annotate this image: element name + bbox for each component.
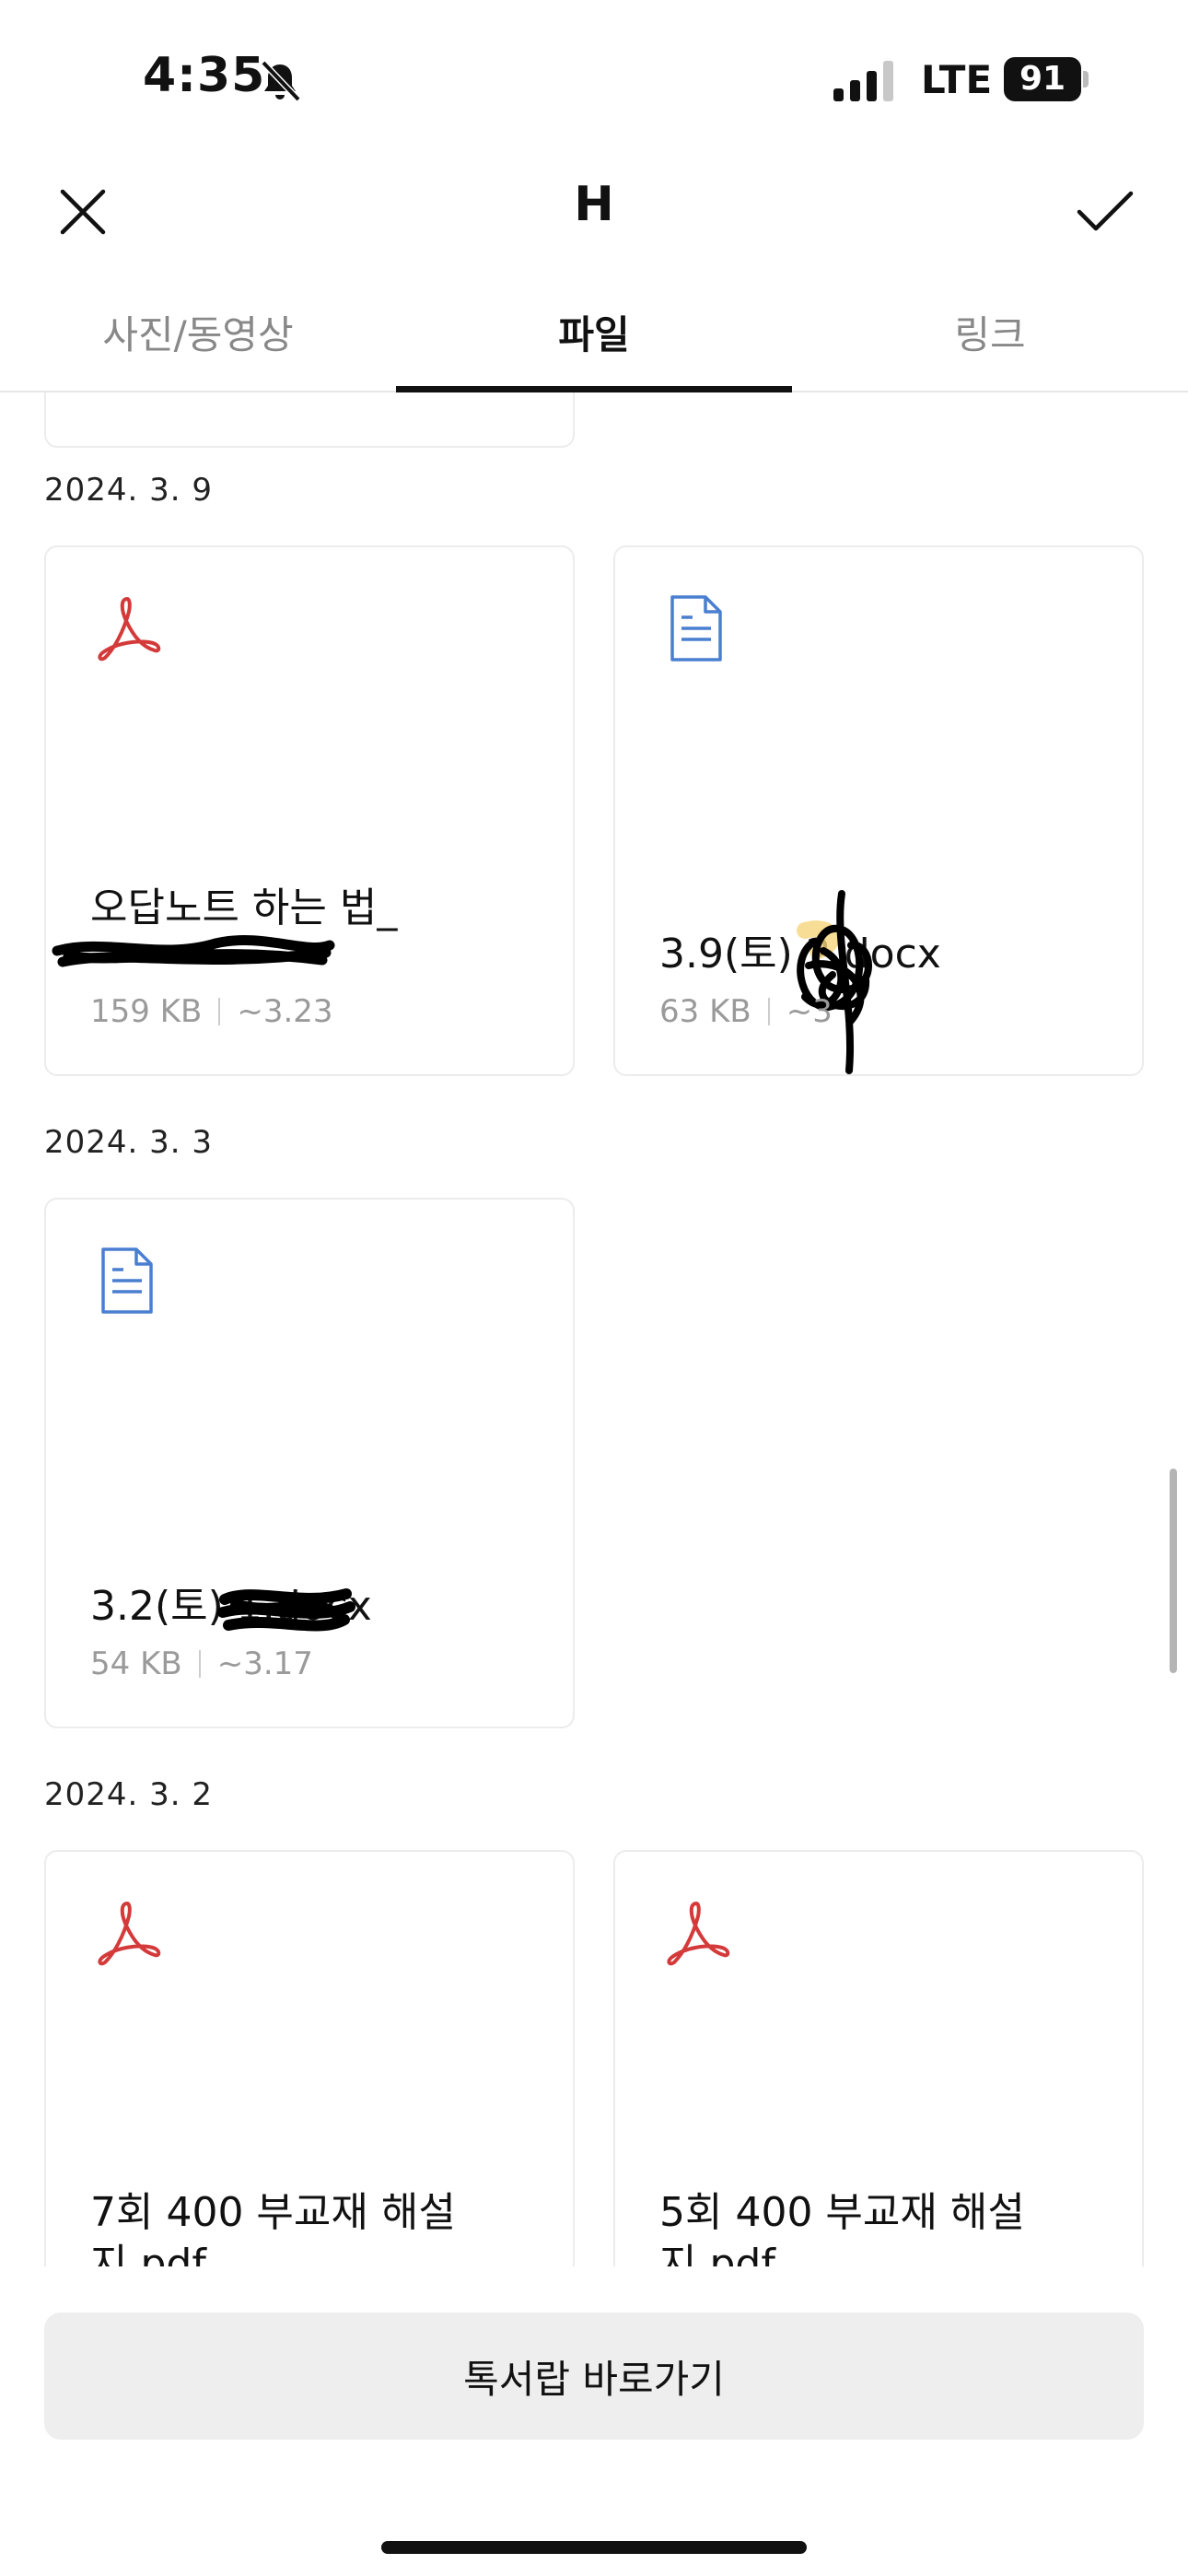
page-title: H [574,177,614,232]
scrollbar[interactable] [1170,1469,1177,1673]
signal-icon [833,61,893,101]
file-name: 5회 400 부교재 해설지.pdf [659,2189,1025,2266]
tab-photos-videos[interactable]: 사진/동영상 [0,286,396,391]
tab-files[interactable]: 파일 [396,286,792,392]
file-meta: 63 KB ~3 [659,993,833,1030]
file-expiry: ~3.23 [237,993,333,1030]
confirm-button[interactable] [1068,175,1142,249]
meta-divider [218,998,221,1025]
file-size: 159 KB [90,993,203,1030]
network-type: LTE [921,57,993,102]
battery-level: 91 [1004,57,1081,101]
battery-icon: 91 [1004,57,1089,101]
file-name: 3.2(토) 1.docx [90,1583,372,1630]
screen: 4:35 LTE 91 H 사진/동영상 파일 링크 2024. 3. 9 오답… [0,0,1188,2576]
bell-off-icon [261,60,301,102]
meta-divider [198,1650,201,1678]
status-time: 4:35 [143,48,266,103]
check-icon [1077,191,1134,231]
file-name: 7회 400 부교재 해설지.pdf [90,2189,456,2266]
status-bar: 4:35 LTE 91 [0,0,1188,157]
file-size: 54 KB [90,1645,182,1682]
file-meta: 54 KB ~3.17 [90,1645,313,1682]
file-card[interactable]: 5회 400 부교재 해설지.pdf [613,1850,1144,2266]
file-card[interactable]: 3.9(토) 2.docx 63 KB ~3 [613,545,1144,1076]
date-header: 2024. 3. 9 [44,472,214,509]
file-card[interactable]: 7회 400 부교재 해설지.pdf [44,1850,575,2266]
pdf-icon [667,1902,730,1966]
file-list: 2024. 3. 9 오답노트 하는 법_ 159 KB ~3.23 3.9(토… [0,392,1188,2266]
battery-cap [1083,71,1089,88]
date-header: 2024. 3. 3 [44,1124,214,1161]
document-icon [101,1247,153,1314]
file-expiry: ~3.17 [216,1645,313,1682]
redaction-scribble [52,935,335,967]
file-card-previous[interactable] [44,392,575,448]
pdf-icon [98,1902,161,1966]
document-icon [670,595,722,662]
file-expiry: ~3 [786,993,833,1030]
file-meta: 159 KB ~3.23 [90,993,333,1030]
header: H [0,157,1188,286]
file-name: 오답노트 하는 법_ [90,884,398,931]
tab-links[interactable]: 링크 [792,286,1188,391]
file-size: 63 KB [659,993,751,1030]
tab-bar: 사진/동영상 파일 링크 [0,286,1188,392]
home-indicator[interactable] [381,2541,807,2554]
date-header: 2024. 3. 2 [44,1776,214,1813]
go-to-drawer-button[interactable]: 톡서랍 바로가기 [44,2313,1144,2440]
file-card[interactable]: 3.2(토) 1.docx 54 KB ~3.17 [44,1198,575,1728]
redaction-scribble [797,890,872,1074]
meta-divider [767,998,770,1025]
file-card[interactable]: 오답노트 하는 법_ 159 KB ~3.23 [44,545,575,1076]
pdf-icon [98,597,161,662]
file-name: 3.9(토) 2.docx [659,931,941,978]
